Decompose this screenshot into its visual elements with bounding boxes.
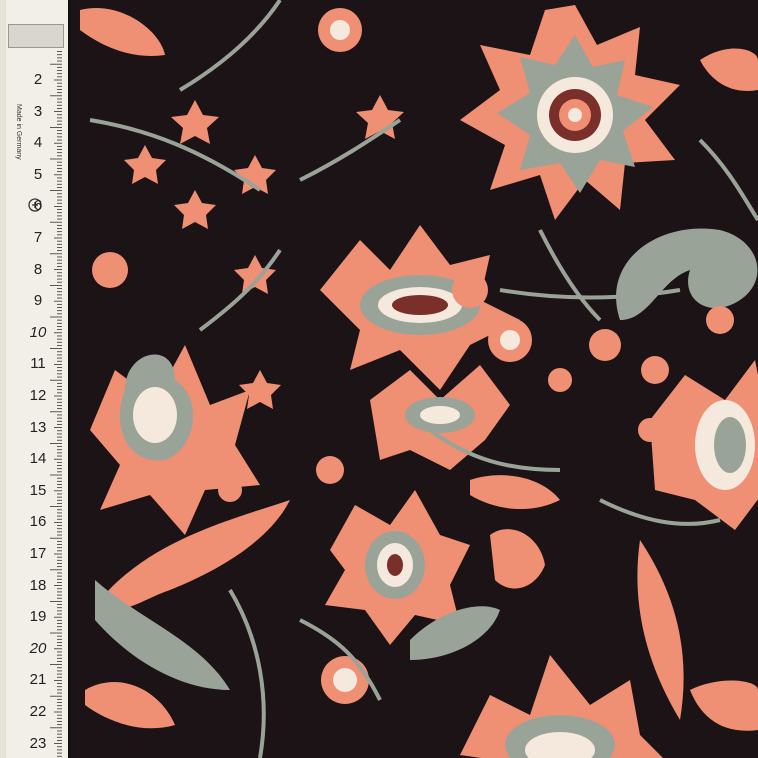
tape-number: 21 — [29, 671, 47, 689]
tape-number: 6 — [33, 197, 43, 215]
tape-number: 10 — [29, 323, 47, 341]
measuring-tape: Made in Germany 2 3 4 5 6 7 8 9 10 11 12 13 14 15 16 17… — [0, 0, 80, 758]
tape-number: 18 — [29, 576, 47, 594]
tape-number: 19 — [29, 608, 47, 626]
tape-number: 13 — [29, 418, 47, 436]
tape-number: 3 — [33, 102, 43, 120]
tape-number: 9 — [33, 292, 43, 310]
tape-number: 17 — [29, 545, 47, 562]
tape-number: 2 — [33, 71, 43, 88]
fabric-photo — [0, 0, 758, 758]
tape-number: 14 — [29, 450, 47, 468]
tape-number: 15 — [29, 481, 47, 499]
tape-number: 16 — [29, 513, 47, 531]
tape-number: 12 — [29, 387, 47, 404]
tape-number: 20 — [29, 639, 47, 657]
tape-number: 23 — [29, 734, 47, 752]
tape-number: 8 — [33, 260, 43, 278]
tape-number: 4 — [33, 134, 43, 152]
tape-number: 7 — [33, 229, 43, 246]
tape-number: 11 — [30, 355, 46, 373]
tape-number: 22 — [29, 703, 47, 720]
tape-number: 5 — [33, 165, 43, 183]
